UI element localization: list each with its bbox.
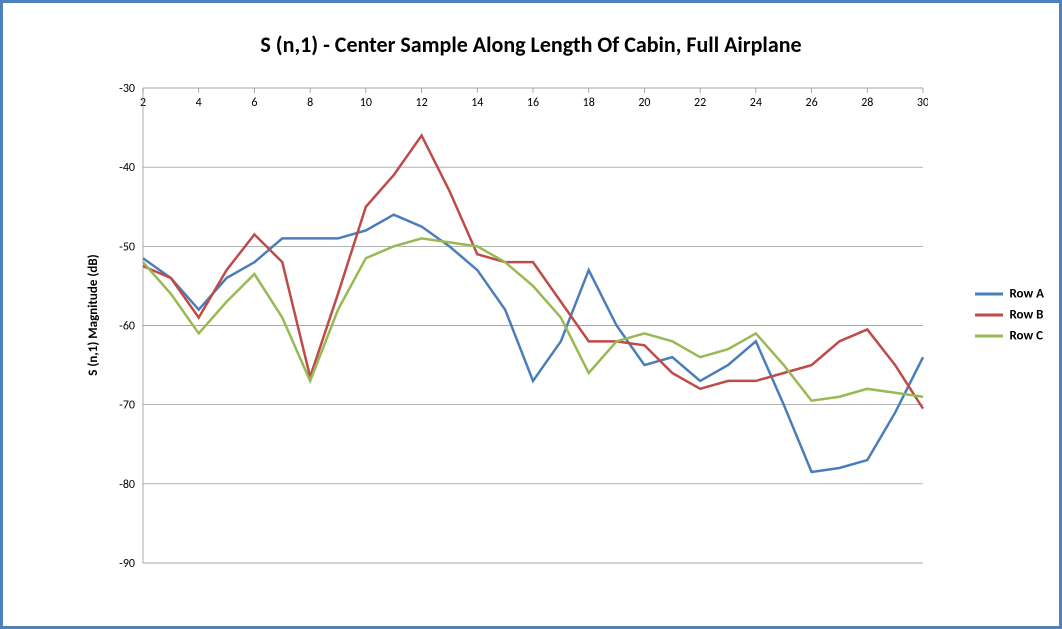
x-tick-label: 10 (360, 96, 372, 110)
y-tick-label: -90 (119, 557, 135, 571)
x-tick-label: 8 (307, 96, 313, 110)
y-tick-label: -80 (119, 478, 135, 492)
x-tick-label: 22 (694, 96, 706, 110)
legend-swatch (975, 334, 1003, 337)
x-tick-label: 12 (415, 96, 427, 110)
series-line (143, 136, 923, 409)
x-tick-label: 4 (196, 96, 202, 110)
legend-item: Row A (975, 286, 1044, 301)
legend-label: Row C (1009, 328, 1043, 343)
legend-item: Row B (975, 307, 1044, 322)
y-tick-label: -60 (119, 320, 135, 334)
x-tick-label: 18 (583, 96, 595, 110)
y-tick-label: -70 (119, 399, 135, 413)
legend-swatch (975, 292, 1003, 295)
x-tick-label: 30 (917, 96, 928, 110)
legend-item: Row C (975, 328, 1044, 343)
x-tick-label: 28 (861, 96, 873, 110)
x-tick-label: 26 (805, 96, 817, 110)
chart-plot: -30 -40 -50 -60 -70 -80 -90 24 6 8 10 12 14 16 18 20 22 2… (98, 78, 928, 588)
x-tick-label: 16 (527, 96, 539, 110)
x-tick-label: 14 (471, 96, 483, 110)
series-line (143, 215, 923, 472)
legend-label: Row B (1009, 307, 1043, 322)
y-tick-label: -40 (119, 161, 135, 175)
chart-title: S (n,1) - Center Sample Along Length Of … (3, 31, 1059, 58)
legend: Row A Row B Row C (975, 280, 1044, 349)
x-tick-label: 24 (750, 96, 762, 110)
legend-swatch (975, 313, 1003, 316)
chart-container: S (n,1) - Center Sample Along Length Of … (0, 0, 1062, 629)
y-tick-label: -50 (119, 240, 135, 254)
legend-label: Row A (1009, 286, 1044, 301)
y-tick-label: -30 (119, 82, 135, 96)
x-tick-label: 20 (638, 96, 650, 110)
x-tick-label: 6 (251, 96, 257, 110)
